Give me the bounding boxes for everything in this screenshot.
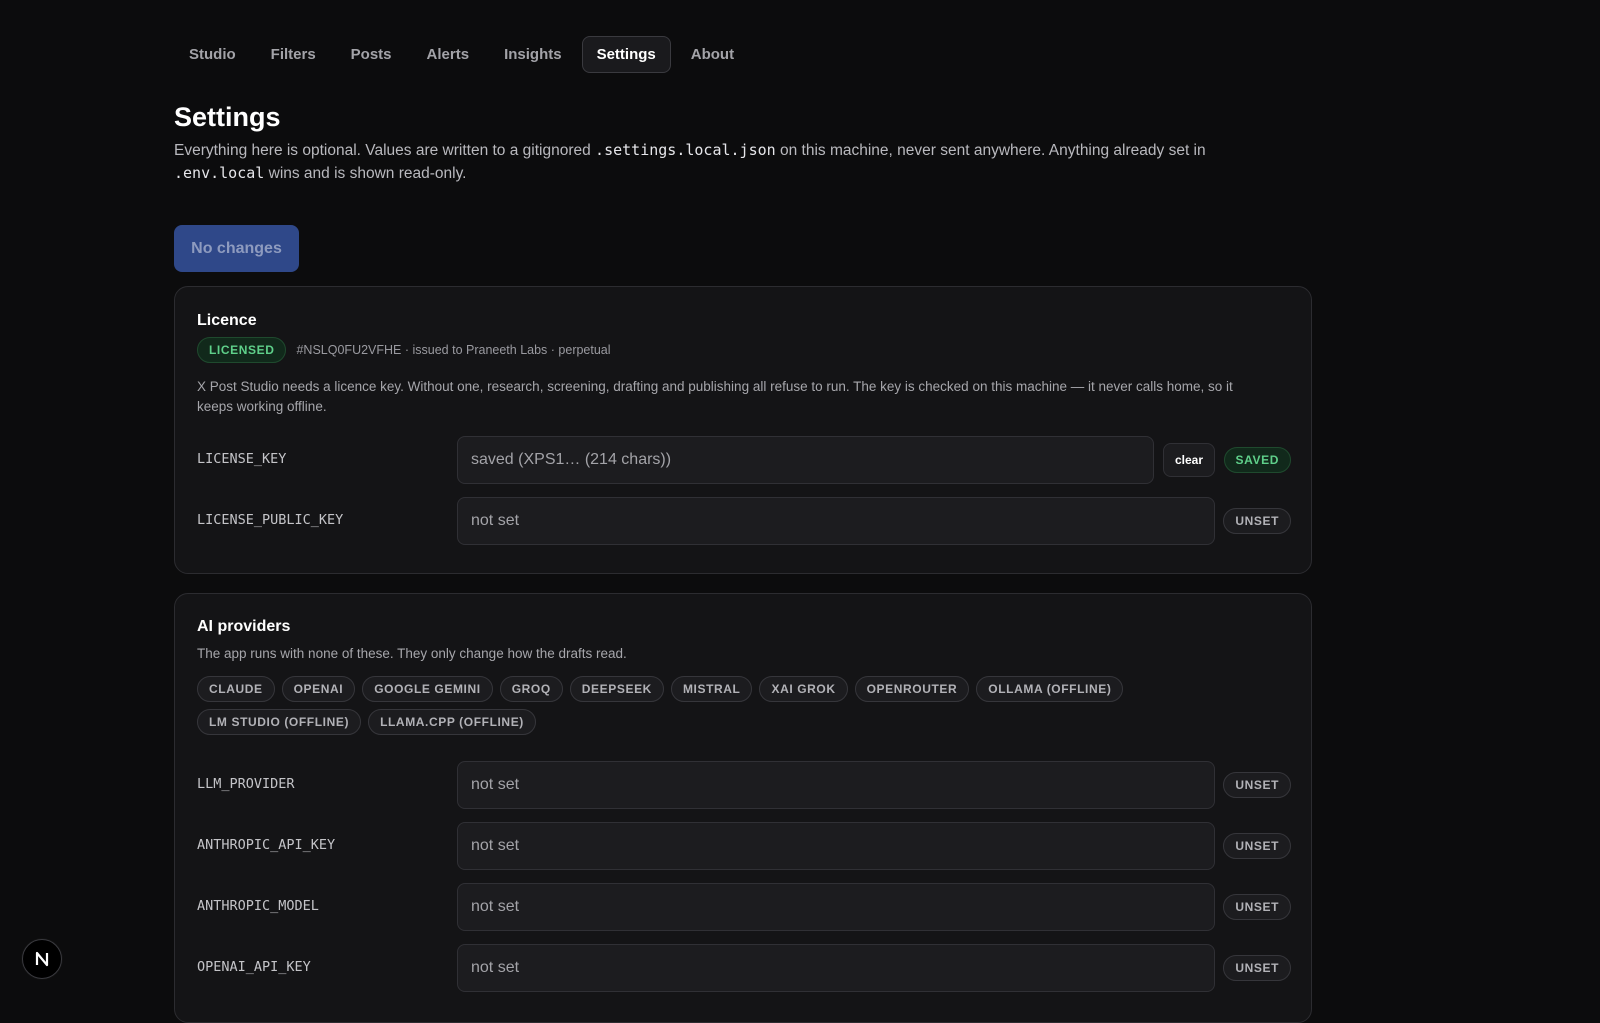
setting-row: LICENSE_KEY saved (XPS1… (214 chars)) cl… [197,436,1291,484]
intro-env-file: .env.local [174,164,265,182]
tab-alerts[interactable]: Alerts [412,36,485,73]
provider-chip-ollama[interactable]: OLLAMA (OFFLINE) [976,676,1124,702]
ai-providers-card: AI providers The app runs with none of t… [174,593,1312,1023]
status-badge: UNSET [1223,508,1291,534]
licensed-badge: LICENSED [197,337,287,363]
save-button[interactable]: No changes [174,225,299,272]
setting-key: LICENSE_PUBLIC_KEY [197,512,344,528]
openai-api-key-input[interactable]: not set [457,944,1215,992]
tab-settings[interactable]: Settings [581,36,671,73]
setting-row: ANTHROPIC_MODEL not set UNSET [197,883,1291,931]
tab-studio[interactable]: Studio [174,36,251,73]
provider-chip-llama-cpp[interactable]: LLAMA.CPP (OFFLINE) [368,709,536,735]
provider-chip-deepseek[interactable]: DEEPSEEK [569,676,664,702]
intro-text: Everything here is optional. Values are … [174,142,596,159]
provider-chip-openrouter[interactable]: OPENROUTER [854,676,970,702]
anthropic-api-key-input[interactable]: not set [457,822,1215,870]
top-nav: Studio Filters Posts Alerts Insights Set… [174,36,749,73]
provider-chip-openai[interactable]: OPENAI [281,676,356,702]
license-key-input[interactable]: saved (XPS1… (214 chars)) [457,436,1154,484]
n-logo-icon [35,951,49,967]
tab-about[interactable]: About [676,36,749,73]
provider-chip-groq[interactable]: GROQ [499,676,563,702]
setting-row: LLM_PROVIDER not set UNSET [197,761,1291,809]
anthropic-model-input[interactable]: not set [457,883,1215,931]
setting-key: OPENAI_API_KEY [197,959,311,975]
provider-chips: CLAUDE OPENAI GOOGLE GEMINI GROQ DEEPSEE… [197,676,1287,735]
ai-providers-title: AI providers [197,618,291,635]
status-badge: UNSET [1223,833,1291,859]
provider-chip-lm-studio[interactable]: LM STUDIO (OFFLINE) [197,709,362,735]
setting-row: OPENAI_API_KEY not set UNSET [197,944,1291,992]
licence-meta: #NSLQ0FU2VFHE · issued to Praneeth Labs … [296,343,611,357]
provider-chip-claude[interactable]: CLAUDE [197,676,275,702]
provider-chip-google-gemini[interactable]: GOOGLE GEMINI [362,676,493,702]
licence-description: X Post Studio needs a licence key. Witho… [197,379,1233,414]
tab-filters[interactable]: Filters [256,36,331,73]
provider-chip-mistral[interactable]: MISTRAL [670,676,753,702]
setting-key: LLM_PROVIDER [197,776,295,792]
license-public-key-input[interactable]: not set [457,497,1215,545]
status-badge: UNSET [1223,955,1291,981]
licence-card: Licence LICENSED #NSLQ0FU2VFHE · issued … [174,286,1312,574]
clear-button[interactable]: clear [1163,443,1215,477]
page-title: Settings [174,102,281,132]
licence-status-row: LICENSED #NSLQ0FU2VFHE · issued to Prane… [197,337,611,363]
licence-title: Licence [197,312,257,329]
dev-tools-badge[interactable] [22,939,62,979]
setting-key: LICENSE_KEY [197,451,287,467]
ai-providers-description: The app runs with none of these. They on… [197,646,627,661]
tab-posts[interactable]: Posts [336,36,407,73]
status-badge: SAVED [1223,447,1291,473]
intro-text: wins and is shown read-only. [264,165,467,182]
setting-row: LICENSE_PUBLIC_KEY not set UNSET [197,497,1291,545]
setting-row: ANTHROPIC_API_KEY not set UNSET [197,822,1291,870]
llm-provider-input[interactable]: not set [457,761,1215,809]
intro-settings-file: .settings.local.json [595,141,776,159]
tab-insights[interactable]: Insights [489,36,577,73]
status-badge: UNSET [1223,772,1291,798]
provider-chip-xai-grok[interactable]: XAI GROK [759,676,848,702]
setting-key: ANTHROPIC_API_KEY [197,837,336,853]
intro-text: on this machine, never sent anywhere. An… [775,142,1206,159]
setting-key: ANTHROPIC_MODEL [197,898,319,914]
status-badge: UNSET [1223,894,1291,920]
page-intro: Everything here is optional. Values are … [174,139,1234,185]
